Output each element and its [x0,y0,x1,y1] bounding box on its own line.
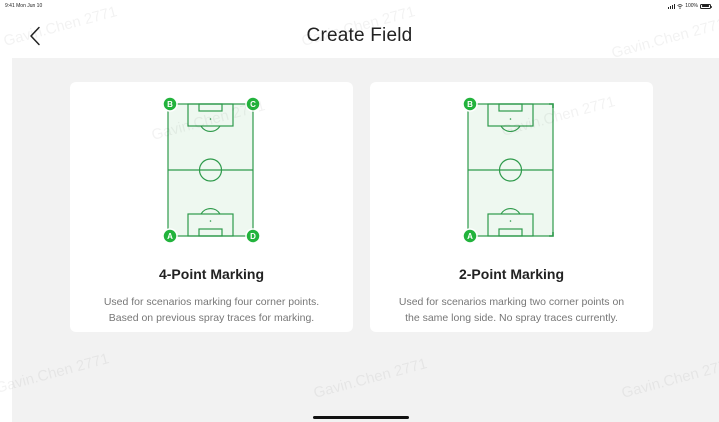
card-description-line: Used for scenarios marking four corner p… [103,296,320,308]
status-bar: 9:41 Mon Jun 10 100% [0,0,719,14]
marker-a: A [162,228,178,244]
soccer-field-diagram: B A [462,96,554,244]
marker-b-label: B [467,100,473,109]
marker-d-label: D [250,232,256,241]
marker-a: A [462,228,478,244]
card-title: 4-Point Marking [158,266,264,282]
card-description: Used for scenarios marking two corner po… [380,294,643,326]
marker-b-label: B [167,100,173,109]
four-point-marking-card[interactable]: B C A D 4-Point Marking Used for scenari… [70,82,353,332]
status-indicators: 100% [668,3,712,9]
card-description-line: the same long side. No spray traces curr… [405,312,618,324]
card-description-line: Used for scenarios marking two corner po… [398,296,625,308]
signal-icon [668,3,676,9]
battery-icon [700,3,712,9]
marker-c-label: C [250,100,256,109]
card-title: 2-Point Marking [458,266,564,282]
content-area: B C A D 4-Point Marking Used for scenari… [12,58,719,422]
status-time: 9:41 Mon Jun 10 [5,3,43,9]
marker-b: B [462,96,478,112]
wifi-icon [677,3,683,9]
marker-b: B [162,96,178,112]
marker-a-label: A [167,232,173,241]
marker-d: D [245,228,261,244]
nav-header: Create Field [0,14,719,58]
page-title: Create Field [306,25,413,46]
home-indicator[interactable] [313,416,409,419]
marker-c: C [245,96,261,112]
card-description-line: Based on previous spray traces for marki… [108,312,315,324]
two-point-marking-card[interactable]: B A 2-Point Marking Used for scenarios m… [370,82,653,332]
card-description: Used for scenarios marking four corner p… [80,294,343,326]
marker-a-label: A [467,232,473,241]
soccer-field-diagram: B C A D [162,96,261,244]
battery-percent: 100% [685,3,698,9]
